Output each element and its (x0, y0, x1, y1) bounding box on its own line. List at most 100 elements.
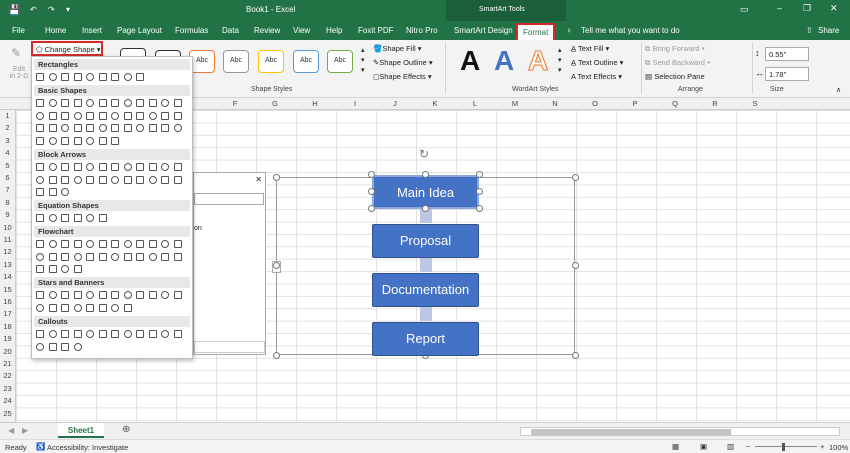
resize-handle[interactable] (572, 352, 579, 359)
gallery-shape[interactable] (36, 111, 44, 120)
save-icon[interactable]: 💾 (8, 5, 20, 16)
gallery-shape[interactable] (73, 303, 82, 312)
gallery-shape[interactable] (148, 99, 157, 107)
gallery-shape[interactable] (136, 73, 144, 81)
prev-sheet-icon[interactable]: ◀ (8, 426, 14, 435)
normal-view-icon[interactable]: ▦ (672, 442, 679, 451)
gallery-shape[interactable] (161, 291, 169, 299)
gallery-shape[interactable] (36, 265, 44, 273)
column-header[interactable]: S (735, 99, 775, 108)
gallery-shape[interactable] (48, 252, 57, 261)
shape-fill-button[interactable]: 🪣Shape Fill ▾ (373, 44, 422, 53)
gallery-shape[interactable] (161, 99, 169, 107)
gallery-shape[interactable] (136, 291, 144, 299)
gallery-shape[interactable] (86, 99, 94, 107)
gallery-shape[interactable] (36, 214, 44, 222)
gallery-shape[interactable] (61, 124, 69, 132)
gallery-shape[interactable] (36, 342, 44, 351)
add-sheet-icon[interactable]: ⊕ (122, 424, 130, 435)
gallery-shape[interactable] (73, 240, 82, 248)
gallery-shape[interactable] (61, 330, 69, 338)
column-header[interactable]: Q (655, 99, 695, 108)
tab-page-layout[interactable]: Page Layout (117, 26, 162, 35)
row-header[interactable]: 15 (0, 285, 15, 294)
gallery-shape[interactable] (61, 214, 69, 222)
gallery-shape[interactable] (148, 240, 157, 248)
gallery-shape[interactable] (61, 99, 69, 107)
gallery-shape[interactable] (48, 136, 57, 145)
gallery-shape[interactable] (111, 330, 119, 338)
gallery-shape[interactable] (61, 175, 69, 184)
gallery-shape[interactable] (73, 291, 82, 299)
horizontal-scrollbar[interactable] (520, 427, 840, 436)
row-header[interactable]: 10 (0, 223, 15, 232)
gallery-shape[interactable] (148, 163, 157, 171)
gallery-shape[interactable] (98, 330, 107, 338)
row-header[interactable]: 19 (0, 334, 15, 343)
row-header[interactable]: 17 (0, 309, 15, 318)
gallery-shape[interactable] (148, 252, 157, 261)
gallery-shape[interactable] (148, 124, 157, 132)
gallery-shape[interactable] (123, 175, 132, 184)
zoom-out-icon[interactable]: − (746, 442, 750, 451)
close-pane-icon[interactable]: ✕ (255, 175, 262, 184)
gallery-shape[interactable] (61, 252, 69, 261)
gallery-shape[interactable] (86, 240, 94, 248)
smartart-node-report[interactable]: Report (372, 322, 479, 356)
tab-format[interactable]: Format (516, 23, 556, 40)
gallery-shape[interactable] (48, 175, 57, 184)
row-header[interactable]: 9 (0, 210, 15, 219)
qat-customize-icon[interactable]: ▾ (66, 5, 70, 14)
gallery-shape[interactable] (61, 265, 69, 273)
resize-handle[interactable] (572, 262, 579, 269)
wordart-style-black[interactable]: A (460, 44, 480, 78)
gallery-shape[interactable] (173, 252, 182, 261)
gallery-shape[interactable] (61, 240, 69, 248)
zoom-in-icon[interactable]: + (820, 442, 824, 451)
minimize-icon[interactable]: – (777, 3, 782, 13)
gallery-shape[interactable] (111, 124, 119, 132)
gallery-shape[interactable] (98, 175, 107, 184)
tab-insert[interactable]: Insert (82, 26, 102, 35)
gallery-shape[interactable] (36, 240, 44, 248)
gallery-shape[interactable] (36, 291, 44, 299)
gallery-shape[interactable] (48, 163, 57, 171)
gallery-shape[interactable] (111, 303, 119, 312)
height-input[interactable]: 0.55" (765, 47, 809, 61)
maximize-icon[interactable]: ❐ (803, 3, 811, 14)
page-layout-view-icon[interactable]: ▣ (700, 442, 707, 451)
gallery-shape[interactable] (61, 163, 69, 171)
row-header[interactable]: 4 (0, 148, 15, 157)
gallery-shape[interactable] (123, 111, 132, 120)
row-header[interactable]: 23 (0, 384, 15, 393)
shape-styles-scroll[interactable]: ▴ ▾ ▾ (361, 46, 365, 76)
text-pane-input[interactable] (194, 193, 264, 205)
row-header[interactable]: 16 (0, 297, 15, 306)
row-header[interactable]: 21 (0, 359, 15, 368)
gallery-shape[interactable] (48, 240, 57, 248)
gallery-shape[interactable] (73, 342, 82, 351)
resize-handle[interactable] (273, 174, 280, 181)
column-header[interactable]: O (575, 99, 615, 108)
collapse-ribbon-icon[interactable]: ∧ (836, 86, 841, 94)
gallery-shape[interactable] (36, 303, 44, 312)
resize-handle[interactable] (572, 174, 579, 181)
shape-outline-button[interactable]: ✎Shape Outline ▾ (373, 58, 433, 67)
node-handle[interactable] (368, 171, 375, 178)
gallery-shape[interactable] (48, 303, 57, 312)
gallery-shape[interactable] (48, 73, 57, 81)
gallery-shape[interactable] (61, 291, 69, 299)
tab-nitro-pro[interactable]: Nitro Pro (406, 26, 438, 35)
send-backward-button[interactable]: ⧉ Send Backward ▾ (645, 58, 710, 68)
undo-icon[interactable]: ↶ (30, 5, 37, 14)
gallery-shape[interactable] (86, 163, 94, 171)
smartart-text-pane[interactable]: ✕ on (193, 172, 266, 355)
gallery-shape[interactable] (136, 124, 144, 132)
gallery-shape[interactable] (111, 163, 119, 171)
edit-in-2d-button[interactable]: Edit in 2-D (8, 66, 30, 80)
gallery-shape[interactable] (148, 291, 157, 299)
change-shape-button[interactable]: ⬠ Change Shape ▾ (31, 41, 103, 56)
row-header[interactable]: 3 (0, 136, 15, 145)
node-handle[interactable] (476, 188, 483, 195)
gallery-shape[interactable] (123, 303, 132, 312)
